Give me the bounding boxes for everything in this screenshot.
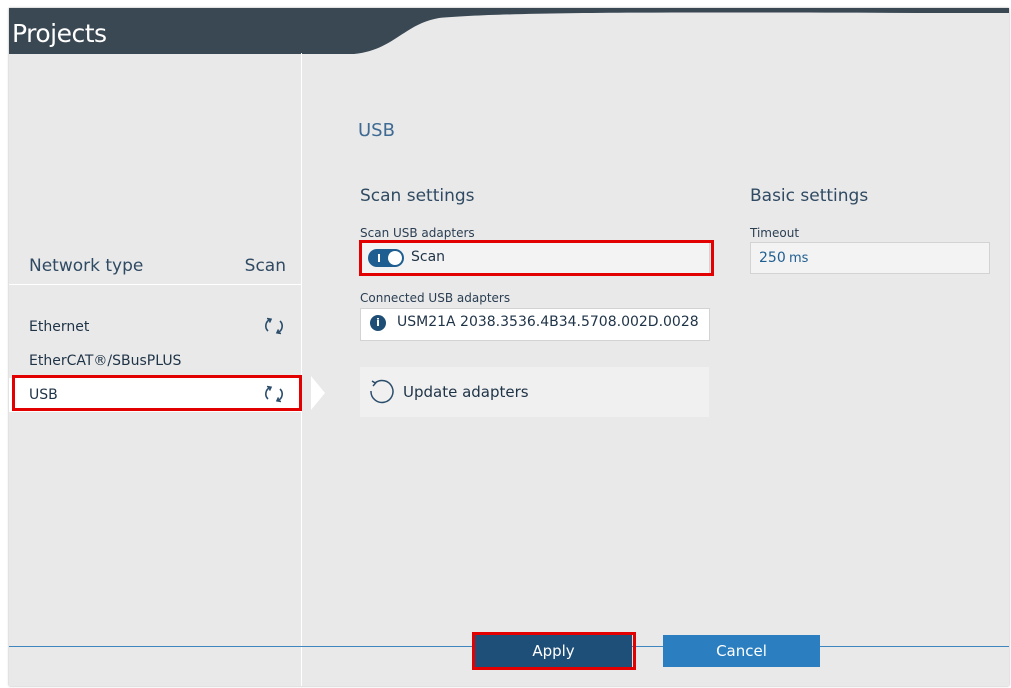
- network-type-heading: Network type: [29, 256, 144, 276]
- scan-settings-title: Scan settings: [360, 186, 475, 206]
- timeout-field[interactable]: 250 ms: [750, 242, 990, 274]
- apply-button[interactable]: Apply: [475, 635, 632, 667]
- window-title: Projects: [12, 19, 107, 48]
- scan-usb-adapters-label: Scan USB adapters: [360, 226, 475, 240]
- refresh-icon[interactable]: [264, 384, 284, 404]
- scan-toggle-field: Scan: [360, 242, 710, 274]
- title-bar: [9, 8, 1009, 54]
- sidebar-item-label: USB: [29, 387, 58, 403]
- network-sidebar: Network type Scan Ethernet EtherCAT®/SBu…: [9, 53, 302, 686]
- adapter-list: i USM21A 2038.3536.4B34.5708.002D.0028: [360, 308, 710, 341]
- scan-toggle[interactable]: [368, 249, 404, 267]
- sidebar-item-ethernet[interactable]: Ethernet: [9, 310, 301, 344]
- update-adapters-label: Update adapters: [403, 383, 529, 401]
- scan-toggle-label: Scan: [411, 249, 446, 265]
- update-adapters-button[interactable]: Update adapters: [360, 367, 709, 417]
- sidebar-item-ethercat[interactable]: EtherCAT®/SBusPLUS: [9, 344, 301, 378]
- timeout-value: 250: [759, 250, 786, 266]
- sidebar-item-label: EtherCAT®/SBusPLUS: [29, 353, 182, 369]
- toggle-on-mark: [378, 254, 380, 262]
- scan-heading: Scan: [244, 256, 286, 276]
- projects-window: Projects Network type Scan Ethernet Ethe…: [9, 8, 1009, 686]
- page-title: USB: [358, 120, 395, 141]
- connected-adapters-label: Connected USB adapters: [360, 291, 511, 305]
- adapter-item[interactable]: USM21A 2038.3536.4B34.5708.002D.0028: [397, 314, 707, 330]
- cancel-button[interactable]: Cancel: [663, 635, 820, 667]
- sidebar-item-label: Ethernet: [29, 319, 90, 335]
- sidebar-header: Network type Scan: [9, 249, 301, 285]
- basic-settings-title: Basic settings: [750, 186, 869, 206]
- selection-pointer: [311, 376, 325, 410]
- info-icon: i: [370, 315, 386, 331]
- refresh-icon[interactable]: [264, 316, 284, 336]
- sidebar-item-usb[interactable]: USB: [9, 378, 301, 412]
- timeout-label: Timeout: [750, 226, 800, 240]
- timeout-unit: ms: [789, 251, 809, 266]
- toggle-knob: [388, 251, 402, 265]
- refresh-icon: [370, 379, 394, 404]
